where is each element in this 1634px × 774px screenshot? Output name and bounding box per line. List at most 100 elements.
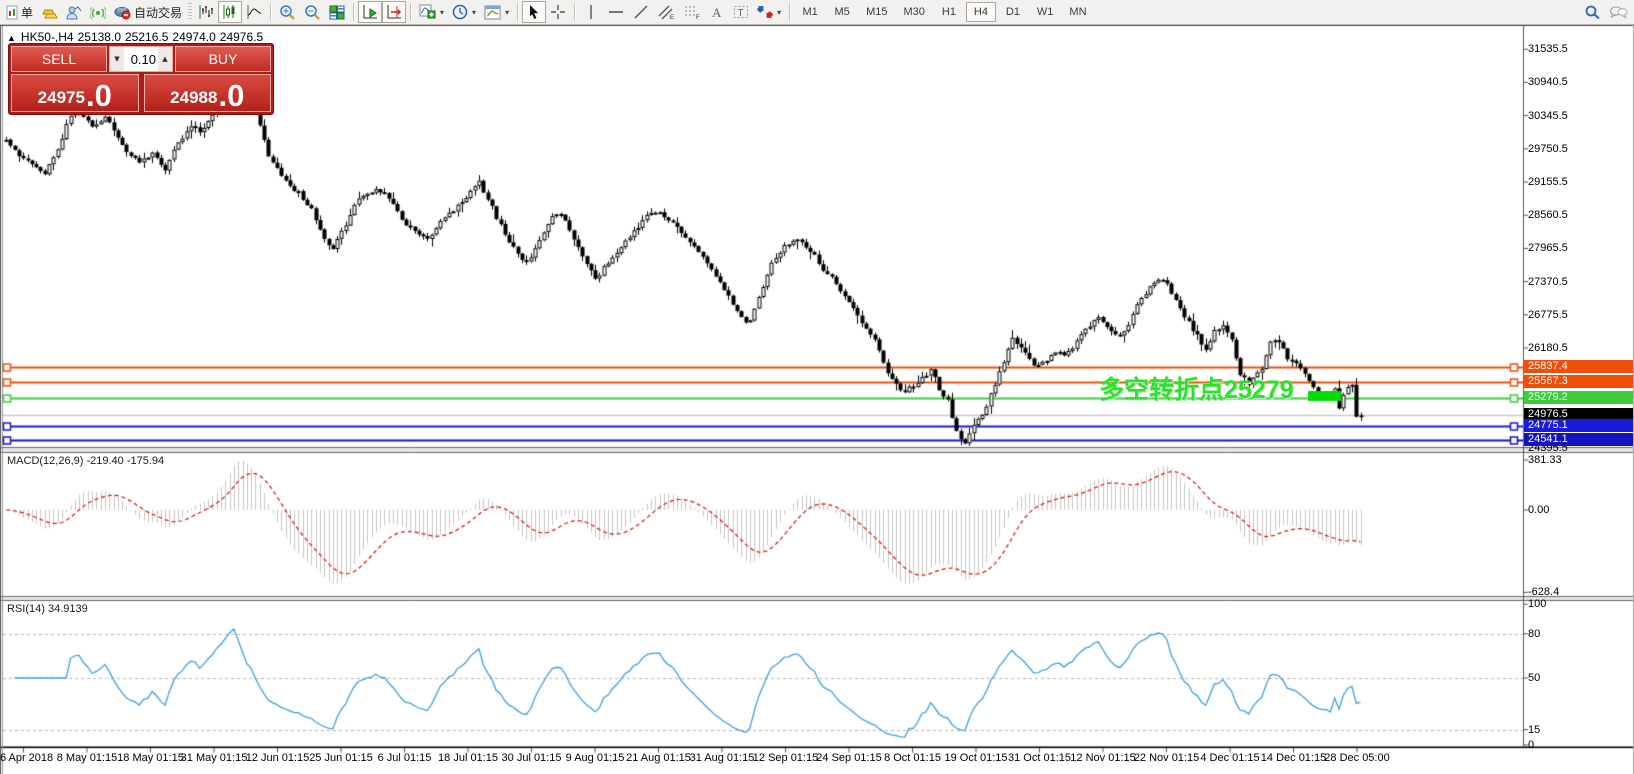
y-axis-label: 28560.5 — [1528, 209, 1568, 221]
equidistant-channel-button[interactable]: E — [653, 1, 679, 23]
toolbar-separator — [574, 3, 575, 21]
autotrading-icon — [114, 5, 131, 20]
text-label-button[interactable]: T — [729, 1, 753, 23]
x-axis-label: 12 Nov 01:15 — [1070, 752, 1135, 764]
toolbar-separator — [410, 3, 411, 21]
new-order-label: 单 — [21, 4, 33, 21]
symbol-period: HK50-,H4 — [21, 30, 74, 44]
pivot-annotation[interactable]: 多空转折点25279 — [1099, 370, 1294, 406]
zoom-in-button[interactable] — [275, 1, 300, 23]
x-axis-label: 30 Jul 01:15 — [502, 752, 562, 764]
ohlc-close: 24976.5 — [220, 30, 263, 44]
line-chart-button[interactable] — [242, 1, 266, 23]
chart-canvas[interactable] — [0, 25, 1634, 774]
timeframe-w1[interactable]: W1 — [1030, 2, 1061, 22]
zoom-out-button[interactable] — [300, 1, 325, 23]
dropdown-caret-icon: ▾ — [505, 8, 509, 17]
volume-decrease-button[interactable]: ▼ — [110, 47, 124, 71]
sell-price[interactable]: 24975.0 — [11, 74, 139, 112]
one-click-trading-panel: SELL ▼ ▲ BUY 24975.0 24988.0 — [8, 43, 274, 115]
candlestick-chart-button[interactable] — [218, 1, 242, 23]
chart-window: ▲HK50-,H425138.025216.524974.024976.5 SE… — [0, 25, 1634, 774]
gold-ingot-icon — [41, 5, 58, 20]
volume-increase-button[interactable]: ▲ — [158, 47, 172, 71]
cursor-icon — [527, 4, 541, 20]
autotrading-button[interactable]: 自动交易 — [110, 1, 186, 23]
macd-axis-label: 381.33 — [1528, 454, 1562, 466]
bar-chart-button[interactable] — [194, 1, 218, 23]
templates-button[interactable]: ▾ — [480, 1, 513, 23]
collapse-panel-icon[interactable]: ▲ — [7, 33, 16, 43]
market-button[interactable] — [37, 1, 62, 23]
community-button[interactable] — [62, 1, 86, 23]
volume-stepper: ▼ ▲ — [109, 46, 173, 72]
timeframe-m1[interactable]: M1 — [795, 2, 825, 22]
timeframe-m5[interactable]: M5 — [827, 2, 857, 22]
ohlc-open: 25138.0 — [78, 30, 121, 44]
template-icon — [484, 5, 501, 20]
rsi-value: 34.9139 — [48, 603, 88, 615]
crosshair-button[interactable] — [546, 1, 570, 23]
price-line-label-25837.4: 25837.4 — [1524, 360, 1633, 373]
y-axis-label: 29750.5 — [1528, 143, 1568, 155]
zoom-in-icon — [279, 4, 296, 20]
chart-shift-icon — [386, 4, 402, 20]
sell-button[interactable]: SELL — [11, 46, 107, 72]
search-button[interactable] — [1580, 1, 1605, 23]
timeframe-d1[interactable]: D1 — [998, 2, 1028, 22]
search-icon — [1584, 4, 1601, 20]
auto-scroll-button[interactable] — [358, 1, 382, 23]
chat-bubbles-icon — [1609, 5, 1628, 20]
x-axis-label: 21 Aug 01:15 — [626, 752, 691, 764]
indicators-button[interactable]: ▾ — [415, 1, 448, 23]
chart-shift-button[interactable] — [382, 1, 406, 23]
buy-button[interactable]: BUY — [175, 46, 271, 72]
trendline-icon — [633, 4, 649, 20]
timeframe-h1[interactable]: H1 — [934, 2, 964, 22]
periods-button[interactable]: ▾ — [448, 1, 480, 23]
y-axis-label: 30345.5 — [1528, 110, 1568, 122]
price-line-label-24775.1: 24775.1 — [1524, 419, 1633, 432]
text-a-icon: A — [710, 4, 724, 20]
x-axis-label: 25 Jun 01:15 — [309, 752, 373, 764]
arrows-icon — [757, 4, 773, 20]
text-button[interactable]: A — [705, 1, 729, 23]
horizontal-line-button[interactable] — [603, 1, 629, 23]
timeframe-toolbar: M1M5M15M30H1H4D1W1MN — [794, 2, 1094, 22]
y-axis-label: 29155.5 — [1528, 176, 1568, 188]
new-order-button[interactable]: 单 — [2, 1, 37, 23]
trendline-button[interactable] — [629, 1, 653, 23]
timeframe-mn[interactable]: MN — [1062, 2, 1093, 22]
zoom-out-icon — [304, 4, 321, 20]
toolbar-separator — [270, 3, 271, 21]
signals-button[interactable] — [86, 1, 110, 23]
volume-input[interactable] — [124, 47, 158, 71]
price-line-label-25279.2: 25279.2 — [1524, 391, 1633, 404]
rsi-axis-label: 100 — [1528, 598, 1546, 610]
timeframe-m30[interactable]: M30 — [897, 2, 932, 22]
arrows-button[interactable]: ▾ — [753, 1, 785, 23]
toolbar-gripper — [188, 3, 192, 21]
bar-chart-icon — [198, 4, 214, 20]
price-line-label-25567.3: 25567.3 — [1524, 375, 1633, 388]
chat-button[interactable] — [1605, 1, 1632, 23]
y-axis-label: 30940.5 — [1528, 76, 1568, 88]
candlestick-chart-icon — [222, 4, 238, 20]
autotrading-label: 自动交易 — [134, 4, 182, 21]
timeframe-m15[interactable]: M15 — [859, 2, 894, 22]
fibonacci-button[interactable]: F — [679, 1, 705, 23]
add-indicator-icon — [419, 4, 436, 20]
x-axis-label: 19 Oct 01:15 — [945, 752, 1008, 764]
x-axis-label: 6 Jul 01:15 — [378, 752, 432, 764]
x-axis-label: 8 Oct 01:15 — [884, 752, 941, 764]
timeframe-h4[interactable]: H4 — [966, 2, 996, 22]
x-axis-label: 28 Dec 05:00 — [1324, 752, 1389, 764]
toolbar: 单 自动交易 — [0, 0, 1634, 25]
buy-price[interactable]: 24988.0 — [144, 74, 272, 112]
cursor-button[interactable] — [522, 1, 546, 23]
macd-axis-label: -628.4 — [1528, 586, 1559, 598]
tile-windows-button[interactable] — [325, 1, 349, 23]
clock-icon — [452, 4, 468, 20]
vertical-line-button[interactable] — [579, 1, 603, 23]
ohlc-low: 24974.0 — [172, 30, 215, 44]
